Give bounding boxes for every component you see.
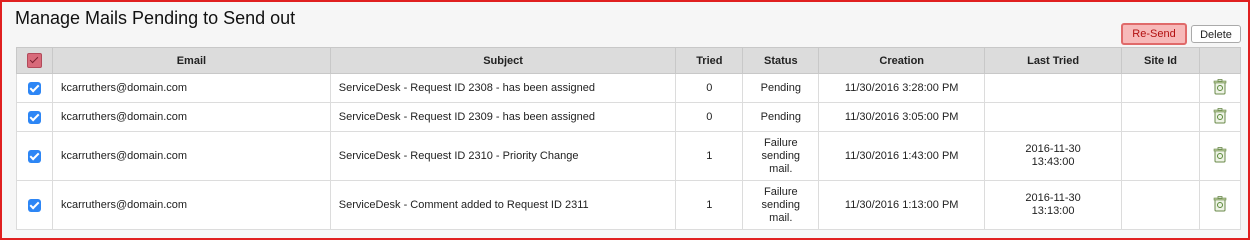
cell-site-id <box>1121 180 1200 230</box>
row-checkbox[interactable] <box>27 198 41 212</box>
cell-creation: 11/30/2016 1:43:00 PM <box>818 131 986 181</box>
status-text: Failure sending mail. <box>761 185 801 224</box>
cell-status: Pending <box>742 73 820 103</box>
cell-creation: 11/30/2016 3:05:00 PM <box>818 102 986 132</box>
cell-last-tried <box>984 73 1123 103</box>
last-tried-text: 2016-11-30 13:43:00 <box>1025 143 1081 168</box>
cell-site-id <box>1121 73 1200 103</box>
cell-email: kcarruthers@domain.com <box>51 131 331 181</box>
header-status[interactable]: Status <box>742 47 820 74</box>
trash-icon[interactable] <box>1213 107 1227 127</box>
row-checkbox[interactable] <box>27 110 41 124</box>
cell-tried: 0 <box>675 102 744 132</box>
trash-icon[interactable] <box>1213 195 1227 215</box>
table-row: kcarruthers@domain.com ServiceDesk - Req… <box>16 102 1242 132</box>
cell-site-id <box>1121 102 1200 132</box>
cell-last-tried: 2016-11-30 13:13:00 <box>984 180 1123 230</box>
header-site-id[interactable]: Site Id <box>1121 47 1200 74</box>
row-checkbox[interactable] <box>27 81 41 95</box>
select-all-checkbox[interactable] <box>26 53 42 68</box>
status-text: Pending <box>760 110 801 123</box>
trash-icon[interactable] <box>1213 78 1227 98</box>
header-email[interactable]: Email <box>51 47 331 74</box>
pending-mails-table: Email Subject Tried Status Creation Last… <box>16 47 1242 230</box>
cell-tried: 1 <box>675 180 744 230</box>
table-header-row: Email Subject Tried Status Creation Last… <box>16 47 1242 74</box>
cell-subject: ServiceDesk - Request ID 2308 - has been… <box>329 73 677 103</box>
cell-email: kcarruthers@domain.com <box>51 102 331 132</box>
cell-tried: 0 <box>675 73 744 103</box>
cell-email: kcarruthers@domain.com <box>51 180 331 230</box>
header-actions <box>1198 47 1242 74</box>
cell-status: Failure sending mail. <box>742 180 820 230</box>
main-panel: Manage Mails Pending to Send out Re-Send… <box>0 0 1250 240</box>
cell-creation: 11/30/2016 3:28:00 PM <box>818 73 986 103</box>
header-creation[interactable]: Creation <box>818 47 986 74</box>
last-tried-text: 2016-11-30 13:13:00 <box>1025 192 1081 217</box>
status-text: Pending <box>760 81 801 94</box>
row-checkbox[interactable] <box>27 149 41 163</box>
cell-last-tried: 2016-11-30 13:43:00 <box>984 131 1123 181</box>
table-row: kcarruthers@domain.com ServiceDesk - Com… <box>16 180 1242 230</box>
header-subject[interactable]: Subject <box>329 47 677 74</box>
cell-email: kcarruthers@domain.com <box>51 73 331 103</box>
header-last-tried[interactable]: Last Tried <box>984 47 1123 74</box>
status-text: Failure sending mail. <box>761 136 801 175</box>
table-row: kcarruthers@domain.com ServiceDesk - Req… <box>16 131 1242 181</box>
table-row: kcarruthers@domain.com ServiceDesk - Req… <box>16 73 1242 103</box>
trash-icon[interactable] <box>1213 146 1227 166</box>
cell-status: Failure sending mail. <box>742 131 820 181</box>
cell-creation: 11/30/2016 1:13:00 PM <box>818 180 986 230</box>
cell-subject: ServiceDesk - Comment added to Request I… <box>329 180 677 230</box>
cell-subject: ServiceDesk - Request ID 2310 - Priority… <box>329 131 677 181</box>
header-tried[interactable]: Tried <box>675 47 744 74</box>
cell-tried: 1 <box>675 131 744 181</box>
cell-status: Pending <box>742 102 820 132</box>
delete-button[interactable]: Delete <box>1191 25 1241 43</box>
cell-last-tried <box>984 102 1123 132</box>
header-select-all[interactable] <box>16 47 53 74</box>
resend-button[interactable]: Re-Send <box>1121 23 1187 45</box>
cell-subject: ServiceDesk - Request ID 2309 - has been… <box>329 102 677 132</box>
page-title: Manage Mails Pending to Send out <box>15 8 296 28</box>
cell-site-id <box>1121 131 1200 181</box>
